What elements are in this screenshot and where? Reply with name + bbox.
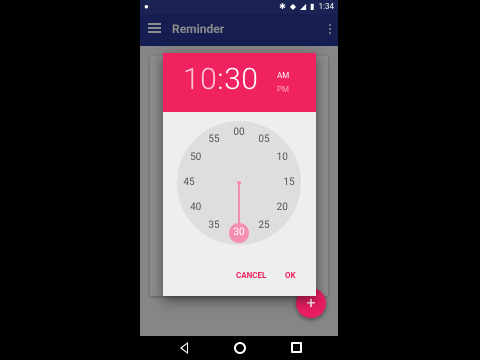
minute-label-30[interactable]: 30 [229, 227, 249, 238]
clock-hand[interactable] [238, 183, 240, 229]
minute-label-55[interactable]: 55 [204, 134, 224, 145]
signal-icon: ◢ [300, 2, 307, 11]
back-icon[interactable] [180, 342, 188, 354]
time-display: 10:30 [183, 62, 258, 97]
minute-label-40[interactable]: 40 [186, 202, 206, 213]
minute-label-20[interactable]: 20 [272, 202, 292, 213]
minute-label-25[interactable]: 25 [254, 220, 274, 231]
navigation-bar [140, 336, 338, 360]
battery-icon: ▮ [310, 2, 315, 11]
am-toggle[interactable]: AM [277, 71, 289, 80]
clock-center [237, 181, 241, 185]
status-time: 1:34 [318, 2, 334, 11]
time-picker-dialog: 10:30 AM PM 00 05 10 15 20 25 30 35 40 45 50 55 CAN… [163, 53, 316, 296]
cancel-button[interactable]: CANCEL [236, 271, 266, 280]
hour-display[interactable]: 10 [183, 62, 217, 97]
wifi-icon: ◆ [289, 2, 296, 11]
pm-toggle[interactable]: PM [277, 85, 289, 94]
home-icon[interactable] [234, 342, 246, 354]
minute-clock-dial[interactable]: 00 05 10 15 20 25 30 35 40 45 50 55 [177, 121, 301, 245]
minute-label-15[interactable]: 15 [279, 177, 299, 188]
status-bar: ● ✱ ◆ ◢ ▮ 1:34 [140, 0, 338, 14]
minute-label-45[interactable]: 45 [179, 177, 199, 188]
bluetooth-icon: ✱ [279, 2, 286, 11]
minute-display[interactable]: 30 [224, 62, 258, 97]
minute-label-50[interactable]: 50 [186, 152, 206, 163]
minute-label-00[interactable]: 00 [229, 127, 249, 138]
time-picker-header: 10:30 AM PM [163, 53, 316, 112]
minute-label-35[interactable]: 35 [204, 220, 224, 231]
notification-icon: ● [144, 2, 149, 11]
ok-button[interactable]: OK [285, 271, 296, 280]
minute-label-05[interactable]: 05 [254, 134, 274, 145]
recents-icon[interactable] [291, 342, 302, 353]
minute-label-10[interactable]: 10 [272, 152, 292, 163]
